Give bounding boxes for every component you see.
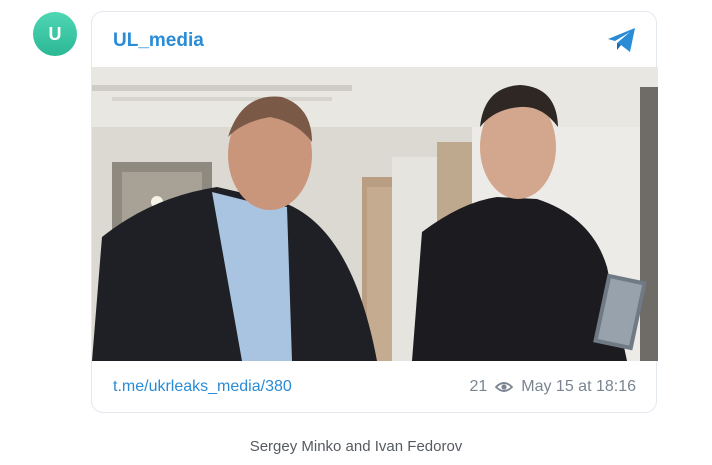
eye-icon <box>495 382 514 392</box>
telegram-icon[interactable] <box>606 26 638 54</box>
post-date: May 15 at 18:16 <box>521 378 636 395</box>
channel-name-link[interactable]: UL_media <box>113 30 204 52</box>
channel-avatar[interactable]: U <box>33 12 77 56</box>
image-caption: Sergey Minko and Ivan Fedorov <box>249 438 463 455</box>
post-link[interactable]: t.me/ukrleaks_media/380 <box>113 378 292 396</box>
view-count: 21 <box>469 378 488 395</box>
avatar-letter: U <box>48 23 62 44</box>
post-photo[interactable] <box>92 67 658 361</box>
post-meta: 21 May 15 at 18:16 <box>469 378 636 396</box>
photo-scene <box>92 67 658 361</box>
telegram-post-card: UL_media t.me/ukrleaks_media/380 21 May … <box>91 11 658 413</box>
